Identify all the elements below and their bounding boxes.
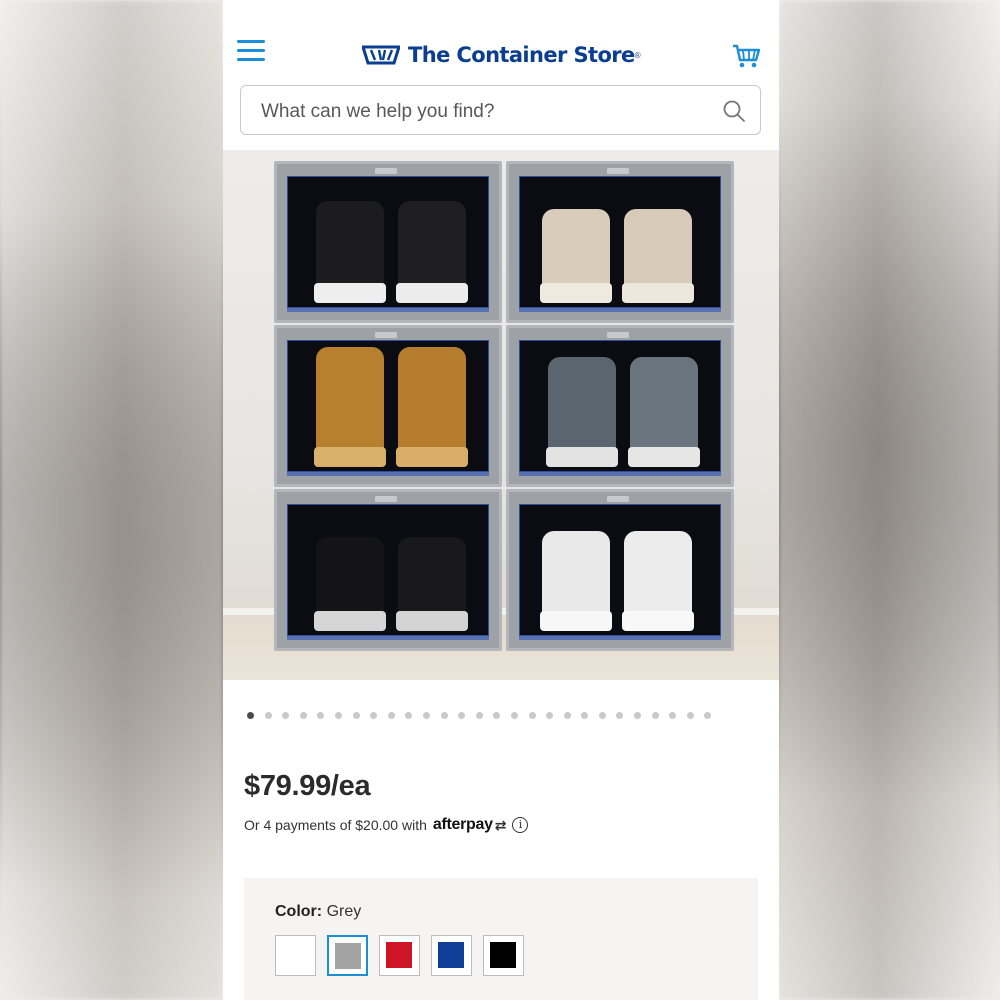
- color-chip: [490, 942, 516, 968]
- carousel-dot[interactable]: [546, 712, 554, 719]
- carousel-dot[interactable]: [334, 712, 342, 719]
- carousel-dot[interactable]: [299, 712, 307, 719]
- brand-logo[interactable]: The Container Store ®: [362, 40, 641, 70]
- color-swatch-white[interactable]: [275, 935, 316, 976]
- shoe-box: [274, 161, 502, 323]
- search-icon[interactable]: [722, 99, 746, 123]
- carousel-dot[interactable]: [282, 712, 290, 719]
- shoe-box: [506, 325, 734, 487]
- shoe-box-stack-image: [274, 161, 734, 651]
- carousel-dot[interactable]: [352, 712, 360, 719]
- carousel-dot[interactable]: [704, 712, 712, 719]
- carousel-dot[interactable]: [598, 712, 606, 719]
- search-input[interactable]: [259, 98, 703, 126]
- color-swatches: [275, 935, 524, 976]
- carousel-dot[interactable]: [510, 712, 518, 719]
- carousel-dot[interactable]: [528, 712, 536, 719]
- image-carousel-dots: [247, 712, 712, 720]
- color-chip: [386, 942, 412, 968]
- hamburger-menu-icon[interactable]: [237, 40, 265, 64]
- carousel-dot[interactable]: [422, 712, 430, 719]
- carousel-dot[interactable]: [458, 712, 466, 719]
- color-swatch-red[interactable]: [379, 935, 420, 976]
- shopping-cart-icon[interactable]: [731, 42, 761, 70]
- carousel-dot[interactable]: [317, 712, 325, 719]
- color-label: Color: Grey: [275, 903, 361, 921]
- color-chip: [282, 942, 308, 968]
- search-bar: [240, 85, 761, 135]
- color-label-title: Color:: [275, 903, 323, 920]
- site-header: The Container Store ®: [223, 0, 779, 85]
- blurred-background-left: [0, 0, 223, 1000]
- carousel-dot[interactable]: [616, 712, 624, 719]
- carousel-dot[interactable]: [493, 712, 501, 719]
- info-icon[interactable]: i: [512, 817, 529, 833]
- carousel-dot[interactable]: [247, 712, 254, 719]
- installments-line: Or 4 payments of $20.00 with afterpay ⇄ …: [244, 816, 529, 834]
- afterpay-arrow-icon: ⇄: [494, 816, 507, 833]
- shoe-box: [506, 489, 734, 651]
- blurred-background-right: [779, 0, 1000, 1000]
- carousel-dot[interactable]: [405, 712, 413, 719]
- color-swatch-black[interactable]: [483, 935, 524, 976]
- selected-color-name: Grey: [326, 903, 362, 920]
- mobile-screen: The Container Store ® What can we help y…: [223, 0, 779, 1000]
- carousel-dot[interactable]: [475, 712, 483, 719]
- crate-logo-icon: [362, 45, 400, 65]
- shoe-box: [506, 161, 734, 323]
- shoe-box: [274, 325, 502, 487]
- brand-name: The Container Store: [408, 43, 635, 67]
- afterpay-logo: afterpay: [432, 816, 493, 833]
- carousel-dot[interactable]: [651, 712, 659, 719]
- product-image[interactable]: [223, 150, 779, 680]
- color-chip: [438, 942, 464, 968]
- color-swatch-grey[interactable]: [327, 935, 368, 976]
- carousel-dot[interactable]: [669, 712, 677, 719]
- color-chip: [335, 943, 361, 969]
- carousel-dot[interactable]: [634, 712, 642, 719]
- carousel-dot[interactable]: [686, 712, 694, 719]
- shoe-box: [274, 489, 502, 651]
- color-selector: Color: Grey: [244, 878, 758, 1000]
- carousel-dot[interactable]: [264, 712, 272, 719]
- carousel-dot[interactable]: [387, 712, 395, 719]
- carousel-dot[interactable]: [370, 712, 378, 719]
- carousel-dot[interactable]: [581, 712, 589, 719]
- color-swatch-blue[interactable]: [431, 935, 472, 976]
- registered-mark: ®: [634, 50, 641, 60]
- product-price: $79.99/ea: [244, 770, 371, 802]
- carousel-dot[interactable]: [563, 712, 571, 719]
- installments-text: Or 4 payments of $20.00 with: [244, 817, 427, 833]
- carousel-dot[interactable]: [440, 712, 448, 719]
